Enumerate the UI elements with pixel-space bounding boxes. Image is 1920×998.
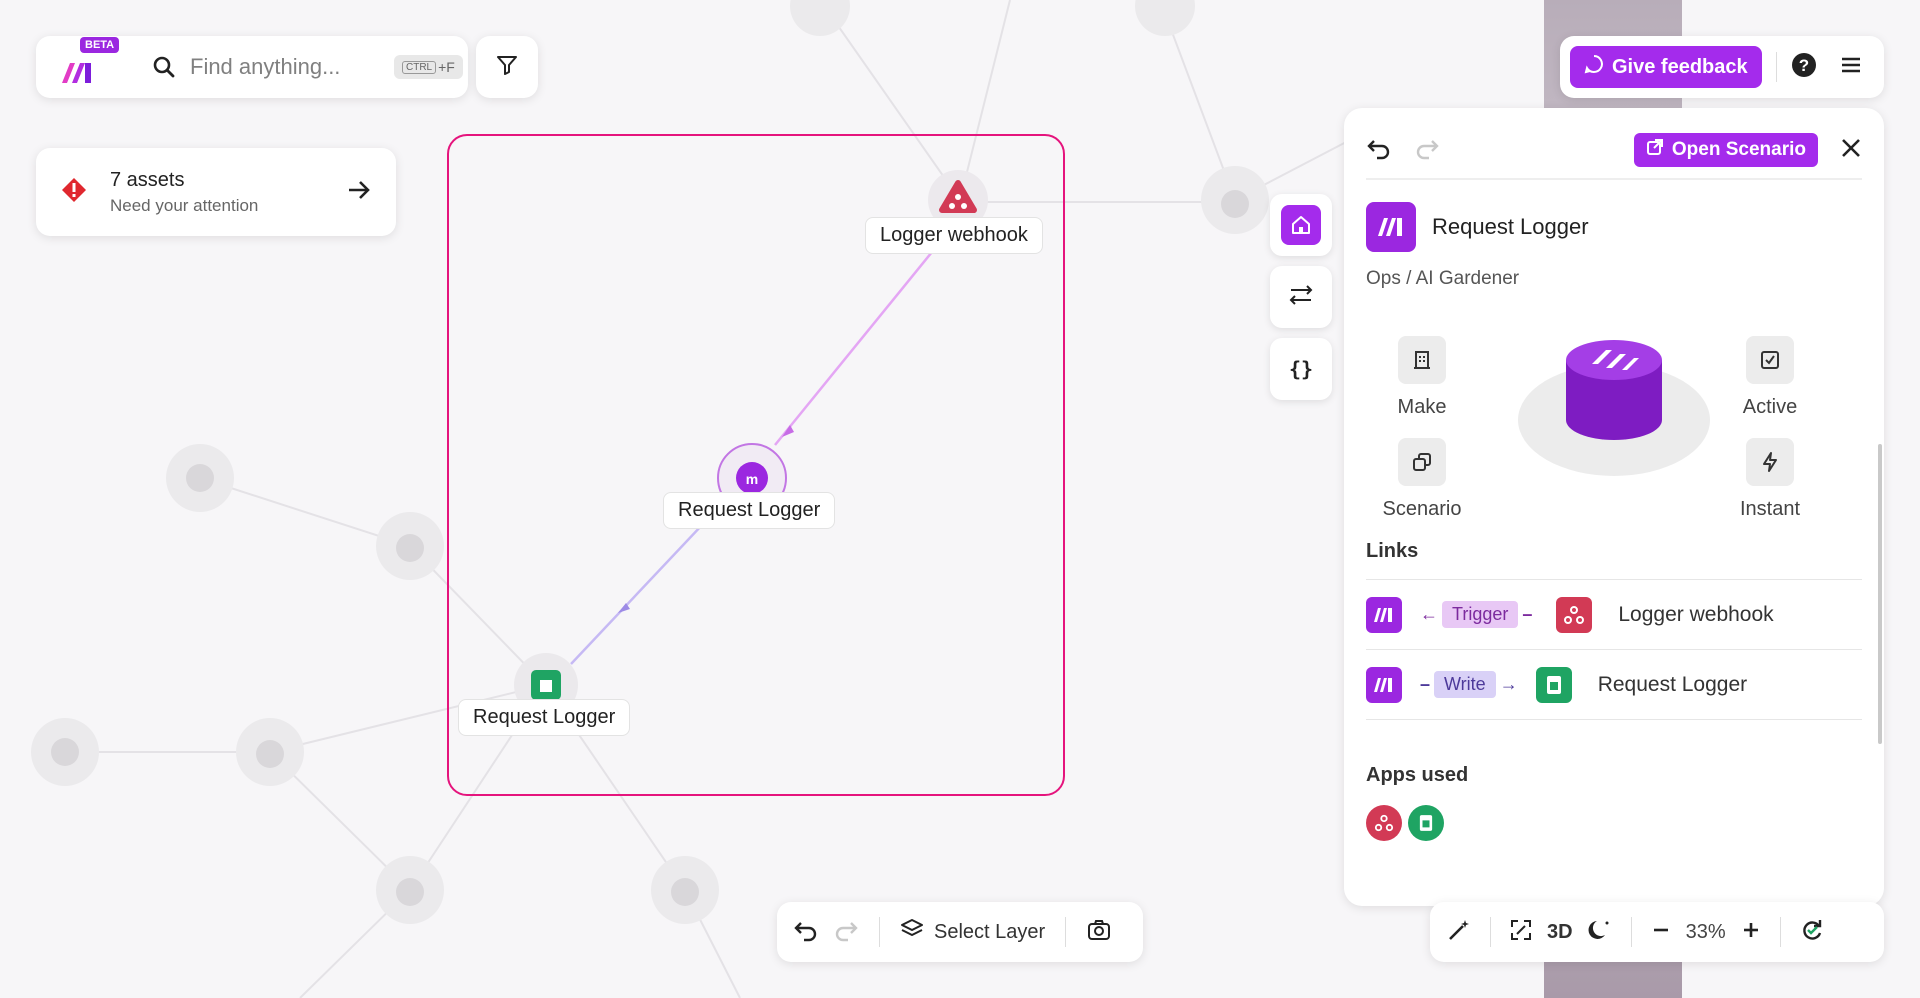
make-app-icon (1366, 596, 1402, 633)
prop-instant-label: Instant (1739, 498, 1801, 520)
redo-icon[interactable] (833, 917, 859, 948)
search-icon (152, 55, 176, 79)
divider (1779, 917, 1781, 947)
link-target-name: Request Logger (1597, 672, 1748, 696)
layers-icon (900, 917, 924, 947)
arrow-right-icon: → (1499, 674, 1518, 694)
camera-icon[interactable] (1086, 917, 1112, 948)
sheets-icon[interactable] (1408, 805, 1444, 841)
links-divider (1366, 719, 1862, 720)
dash-icon: – (1522, 604, 1533, 624)
filter-icon (495, 53, 519, 82)
building-icon (1398, 336, 1446, 384)
search-input[interactable] (190, 54, 380, 80)
home-icon (1281, 205, 1321, 245)
dash-icon: – (1420, 674, 1431, 694)
minus-icon[interactable] (1650, 919, 1672, 946)
beta-badge: BETA (80, 37, 120, 53)
help-icon[interactable]: ? (1791, 52, 1817, 83)
prop-make: Make (1362, 336, 1482, 419)
scenario-3d-icon (1518, 340, 1710, 476)
attention-subtitle: Need your attention (110, 195, 259, 215)
attention-card[interactable]: 7 assets Need your attention (36, 148, 396, 236)
panel-scrollbar[interactable] (1878, 444, 1882, 744)
prop-scenario-label: Scenario (1382, 498, 1462, 520)
apps-used-title: Apps used (1366, 764, 1469, 786)
search-bar: BETA CTRL +F (36, 36, 468, 98)
close-icon[interactable] (1840, 137, 1862, 164)
sheets-icon (1535, 666, 1572, 703)
give-feedback-button[interactable]: Give feedback (1570, 46, 1762, 88)
bolt-icon (1746, 438, 1794, 486)
divider (879, 917, 880, 947)
alert-icon (60, 176, 88, 209)
prop-instant: Instant (1710, 438, 1830, 521)
divider (1065, 917, 1067, 947)
undo-icon[interactable] (1366, 135, 1392, 166)
open-scenario-button[interactable]: Open Scenario (1633, 133, 1818, 167)
sliders-icon (1288, 282, 1314, 313)
breadcrumb[interactable]: Ops / AI Gardener (1344, 252, 1884, 290)
prop-scenario: Scenario (1362, 438, 1482, 521)
json-tool-button[interactable]: {} (1270, 338, 1332, 400)
copy-icon (1398, 438, 1446, 486)
filter-button[interactable] (476, 36, 538, 98)
moon-icon[interactable] (1587, 917, 1613, 948)
sliders-tool-button[interactable] (1270, 266, 1332, 328)
apps-used-list (1344, 787, 1884, 841)
view-controls-toolbar: 3D 33% (1430, 902, 1884, 962)
plus-icon[interactable] (1740, 919, 1762, 946)
checkbox-icon (1746, 336, 1794, 384)
feedback-icon (1584, 54, 1604, 80)
node-label-logger-webhook[interactable]: Logger webhook (865, 217, 1043, 254)
redo-icon[interactable] (1414, 135, 1440, 166)
link-type-pill: Trigger (1442, 601, 1519, 628)
make-app-icon (1366, 202, 1416, 252)
prop-make-label: Make (1397, 396, 1447, 418)
braces-icon: {} (1288, 357, 1314, 381)
open-external-icon (1646, 138, 1664, 162)
home-tool-button[interactable] (1270, 194, 1332, 256)
asset-properties: Make Scenario Active Instant (1344, 290, 1884, 540)
shortcut-key: CTRL (402, 60, 437, 74)
attention-title: 7 assets (110, 168, 185, 191)
shortcut-suffix: +F (438, 59, 455, 75)
give-feedback-label: Give feedback (1612, 55, 1748, 78)
links-title: Links (1366, 540, 1419, 562)
undo-icon[interactable] (793, 917, 819, 948)
3d-toggle-button[interactable]: 3D (1547, 921, 1573, 944)
asset-name: Request Logger (1432, 214, 1589, 239)
expand-icon[interactable] (1509, 918, 1533, 947)
link-target-name: Logger webhook (1618, 602, 1774, 626)
search-shortcut: CTRL +F (394, 55, 463, 79)
divider (1630, 917, 1632, 947)
svg-text:?: ? (1798, 56, 1808, 75)
select-layer-label: Select Layer (934, 920, 1046, 943)
top-right-toolbar: Give feedback ? (1560, 36, 1884, 98)
bottom-toolbar: Select Layer (777, 902, 1143, 962)
divider (1775, 52, 1777, 82)
zoom-level: 33% (1685, 920, 1726, 943)
magic-wand-icon[interactable] (1446, 917, 1472, 948)
prop-active-label: Active (1742, 396, 1798, 418)
asset-detail-panel: Open Scenario Request Logger Ops / AI Ga… (1344, 108, 1884, 906)
select-layer-button[interactable]: Select Layer (900, 917, 1045, 947)
menu-icon[interactable] (1839, 53, 1863, 82)
webhook-icon[interactable] (1366, 805, 1402, 841)
link-row-write[interactable]: – Write → Request Logger (1366, 649, 1862, 719)
sync-icon[interactable] (1799, 917, 1825, 948)
link-type-pill: Write (1434, 671, 1496, 698)
arrow-left-icon: ← (1420, 604, 1438, 624)
link-row-trigger[interactable]: ← Trigger – Logger webhook (1366, 579, 1862, 649)
divider (1490, 917, 1491, 947)
prop-active: Active (1710, 336, 1830, 419)
make-app-icon (1366, 666, 1402, 703)
arrow-right-icon[interactable] (346, 177, 372, 208)
open-scenario-label: Open Scenario (1671, 139, 1806, 160)
node-label-request-logger-sheet[interactable]: Request Logger (458, 699, 631, 736)
webhook-icon (1556, 596, 1593, 633)
node-label-request-logger-scenario[interactable]: Request Logger (663, 492, 836, 529)
make-logo-icon[interactable]: BETA (56, 37, 120, 91)
